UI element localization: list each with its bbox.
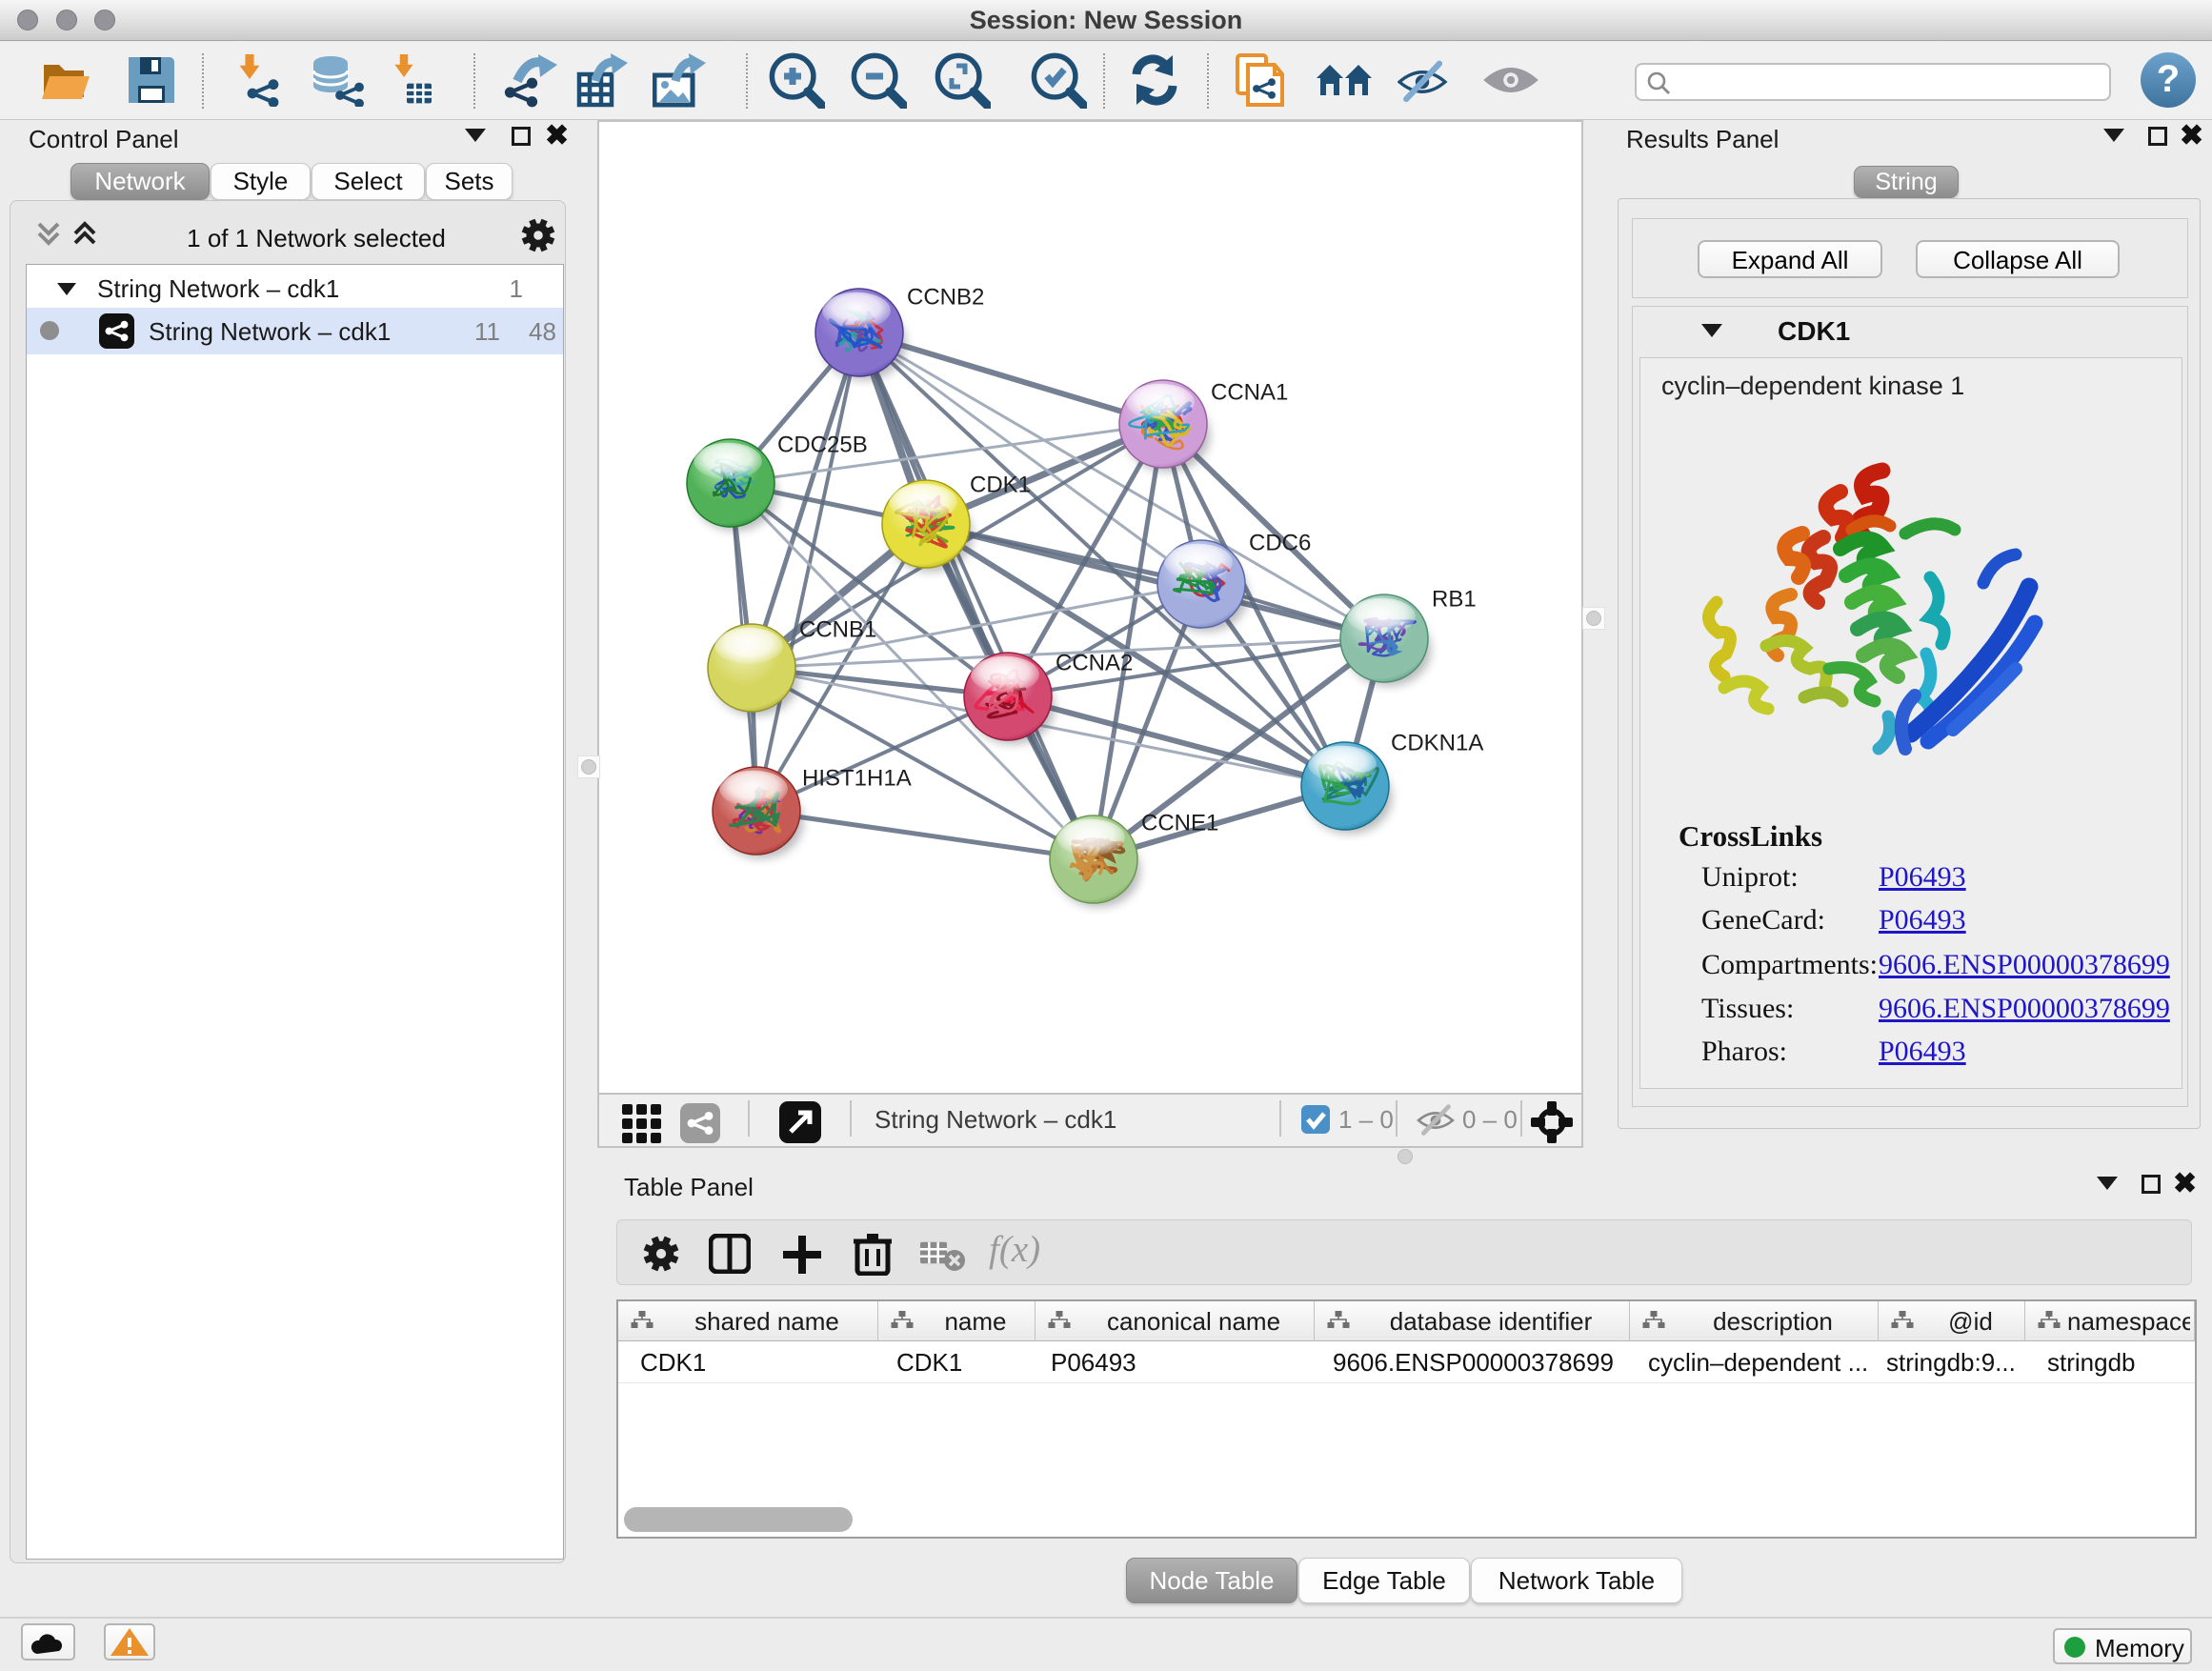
svg-text:CCNA1: CCNA1	[1211, 380, 1288, 406]
svg-text:HIST1H1A: HIST1H1A	[802, 766, 912, 792]
svg-text:CCNA2: CCNA2	[1056, 651, 1133, 676]
svg-text:CCNB2: CCNB2	[907, 285, 984, 311]
svg-text:CDKN1A: CDKN1A	[1391, 731, 1483, 756]
svg-text:CDK1: CDK1	[970, 473, 1031, 498]
svg-text:CCNB1: CCNB1	[799, 617, 876, 643]
svg-text:CDC6: CDC6	[1249, 531, 1311, 556]
svg-text:RB1: RB1	[1432, 587, 1477, 613]
svg-text:CCNE1: CCNE1	[1141, 811, 1218, 836]
svg-text:CDC25B: CDC25B	[777, 433, 868, 458]
